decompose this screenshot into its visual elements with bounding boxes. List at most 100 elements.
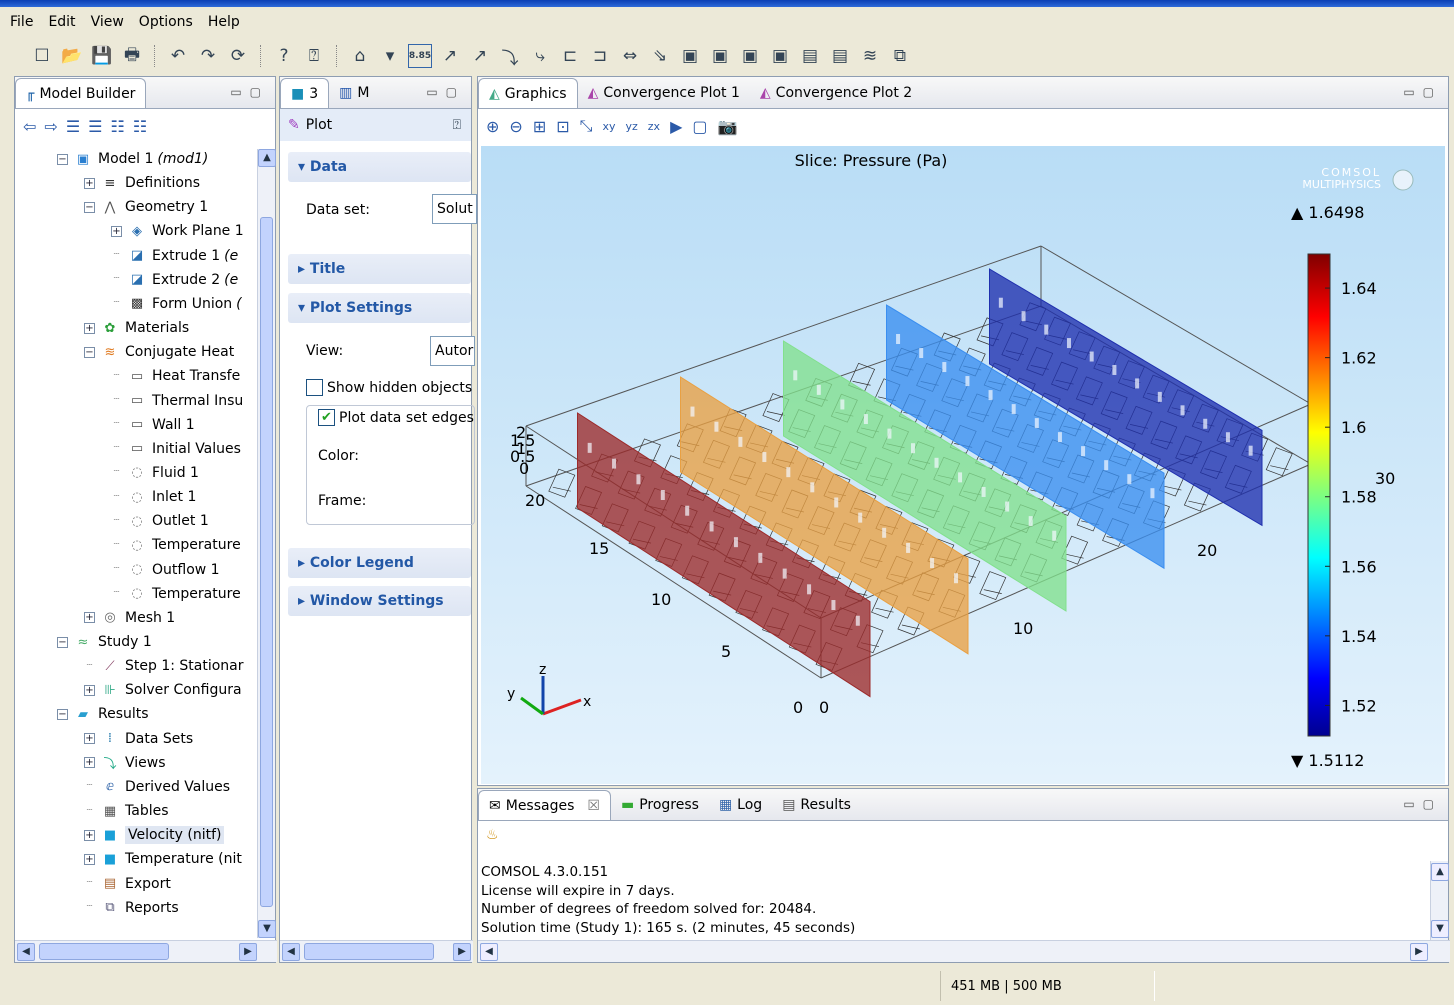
tree-item[interactable]: ┄ ◌ Outflow 1 (111, 558, 219, 582)
show-hidden-checkbox[interactable]: Show hidden objects (306, 379, 472, 396)
scroll-down-icon[interactable]: ▼ (258, 920, 276, 938)
checkbox-unchecked[interactable] (306, 379, 323, 396)
tree-item[interactable]: ┄ ▩ Form Union( (111, 292, 241, 316)
collapse-icon[interactable]: − (57, 636, 68, 648)
messages-vertical-scrollbar[interactable]: ▲ ▼ (1430, 861, 1449, 940)
minimize-maximize-icon[interactable]: ▭▢ (1403, 797, 1442, 811)
scroll-up-icon[interactable]: ▲ (1431, 863, 1449, 881)
tab-convergence-plot-1[interactable]: ◭ Convergence Plot 1 (578, 78, 750, 108)
tree-horizontal-scrollbar[interactable]: ◀ ▶ (15, 940, 277, 962)
settings-horizontal-scrollbar[interactable]: ◀ ▶ (280, 940, 473, 962)
forward-icon[interactable]: ⇨ (44, 117, 57, 136)
scroll-thumb[interactable] (260, 217, 273, 907)
expand-icon[interactable]: + (84, 733, 95, 745)
clean-icon[interactable]: ⌂ (348, 44, 372, 68)
expand-icon[interactable]: + (111, 225, 122, 237)
tree-item[interactable]: + ⊪ Solver Configura (84, 678, 242, 702)
data-set-select[interactable]: Solut (432, 194, 477, 224)
tree-item[interactable]: − ▰ Results (57, 702, 149, 726)
tree-item[interactable]: + ≡ Definitions (84, 171, 200, 195)
tree-item[interactable]: ┄ ◌ Fluid 1 (111, 461, 198, 485)
compute-icon[interactable]: ⍰ (453, 117, 461, 133)
tree-item[interactable]: ┄ ◌ Outlet 1 (111, 509, 208, 533)
tree-item[interactable]: + ◎ Mesh 1 (84, 606, 175, 630)
tree-item[interactable]: ┄ ▭ Heat Transfe (111, 364, 240, 388)
section-color-legend[interactable]: ▸ Color Legend (288, 548, 471, 578)
tree-item[interactable]: ┄ ⟋ Step 1: Stationar (84, 654, 243, 678)
scroll-thumb[interactable] (304, 943, 434, 960)
scroll-thumb[interactable] (39, 943, 169, 960)
collapse-icon[interactable]: − (84, 201, 95, 213)
tab-results[interactable]: ▤ Results (772, 790, 861, 820)
scroll-left-icon[interactable]: ◀ (282, 943, 300, 961)
scroll-right-icon[interactable]: ▶ (453, 943, 471, 961)
section-plot-settings[interactable]: ▾ Plot Settings (288, 293, 471, 323)
tab-convergence-plot-2[interactable]: ◭ Convergence Plot 2 (750, 78, 922, 108)
collapse-icon[interactable]: − (57, 708, 68, 720)
tree-item[interactable]: − ⋀ Geometry 1 (84, 195, 208, 219)
scroll-down-icon[interactable]: ▼ (1431, 920, 1449, 938)
surface-icon[interactable]: ▣ (768, 44, 792, 68)
tree-item[interactable]: ┄ ◪ Extrude 2 (e (111, 268, 238, 292)
menu-view[interactable]: View (91, 14, 124, 30)
view-yz-icon[interactable]: yz (625, 120, 637, 133)
tree-item[interactable]: ┄ ◌ Temperature (111, 533, 240, 557)
multislice-icon[interactable]: ▤ (798, 44, 822, 68)
expand-icon[interactable]: + (84, 853, 95, 865)
print-icon[interactable]: 🖶 (120, 44, 144, 68)
redo-icon[interactable]: ↷ (196, 44, 220, 68)
mirror-icon[interactable]: ⇔ (618, 44, 642, 68)
camera-icon[interactable]: 📷 (718, 117, 738, 136)
cut-point-icon[interactable]: ⤷ (528, 44, 552, 68)
volume-icon[interactable]: ▣ (678, 44, 702, 68)
messages-horizontal-scrollbar[interactable]: ◀ ▶ (478, 940, 1450, 962)
tab-properties[interactable]: ▥ M (329, 78, 379, 108)
view-xy-icon[interactable]: xy (602, 120, 615, 133)
section-window-settings[interactable]: ▸ Window Settings (288, 586, 471, 616)
tab-messages[interactable]: ✉ Messages ☒ (478, 790, 611, 820)
back-icon[interactable]: ⇦ (23, 117, 36, 136)
select-icon[interactable]: ▶ (670, 117, 682, 136)
streamline-icon[interactable]: ⤵ (498, 44, 522, 69)
cut-line-icon[interactable]: ⊏ (558, 44, 582, 68)
scroll-up-icon[interactable]: ▲ (258, 149, 276, 167)
tab-settings[interactable]: ■ 3 (280, 78, 330, 108)
scroll-left-icon[interactable]: ◀ (480, 943, 498, 961)
collapse-icon[interactable]: − (57, 153, 68, 165)
derived-values-icon[interactable]: 8.85 (408, 44, 432, 68)
tree-item[interactable]: ┄ ▦ Tables (84, 799, 168, 823)
zoom-extents-icon[interactable]: ⊡ (556, 117, 569, 136)
close-icon[interactable]: ☒ (587, 798, 600, 814)
scroll-left-icon[interactable]: ◀ (17, 943, 35, 961)
scroll-right-icon[interactable]: ▶ (1410, 943, 1428, 961)
cut-plane-icon[interactable]: ⊐ (588, 44, 612, 68)
view-zx-icon[interactable]: zx (648, 120, 660, 133)
slice-plot[interactable]: 05101520010203021.510.50 Slice: Pressure… (481, 146, 1445, 784)
collapse-icon[interactable]: − (84, 346, 95, 358)
tree-item[interactable]: + ■ Temperature (nit (84, 847, 242, 871)
tab-model-builder[interactable]: ╓ Model Builder (15, 78, 147, 108)
scroll-right-icon[interactable]: ▶ (239, 943, 257, 961)
minimize-maximize-icon[interactable]: ▭▢ (426, 85, 465, 99)
tree-item[interactable]: ┄ ⧉ Reports (84, 896, 178, 920)
tree-item[interactable]: + ✿ Materials (84, 316, 189, 340)
section-title[interactable]: ▸ Title (288, 254, 471, 284)
expand-icon[interactable]: + (84, 684, 95, 696)
minimize-maximize-icon[interactable]: ▭▢ (230, 85, 269, 99)
parametric-icon[interactable]: ⇘ (648, 44, 672, 68)
menu-file[interactable]: File (10, 14, 33, 30)
tree-item[interactable]: + ■ Velocity (nitf) (84, 823, 225, 847)
tree-item[interactable]: − ≋ Conjugate Heat (84, 340, 234, 364)
expand-icon[interactable]: + (84, 612, 95, 624)
stream-icon[interactable]: ≋ (858, 44, 882, 68)
slice-icon[interactable]: ▣ (708, 44, 732, 68)
graphics-canvas[interactable]: 0 5 10 15 20 0 10 20 30 2 1.5 1 0.5 0 Slice: Pressure… (481, 146, 1445, 784)
section-data[interactable]: ▾ Data (288, 152, 471, 182)
transparency-icon[interactable]: ▢ (692, 117, 707, 136)
tree-item[interactable]: ┄ ▭ Initial Values (111, 437, 240, 461)
minimize-maximize-icon[interactable]: ▭▢ (1403, 85, 1442, 99)
tree-vertical-scrollbar[interactable]: ▲ ▼ (257, 149, 276, 938)
menu-options[interactable]: Options (139, 14, 193, 30)
tab-progress[interactable]: ▬ Progress (611, 790, 709, 820)
dynamic-help-icon[interactable]: ⍰ (302, 44, 326, 68)
